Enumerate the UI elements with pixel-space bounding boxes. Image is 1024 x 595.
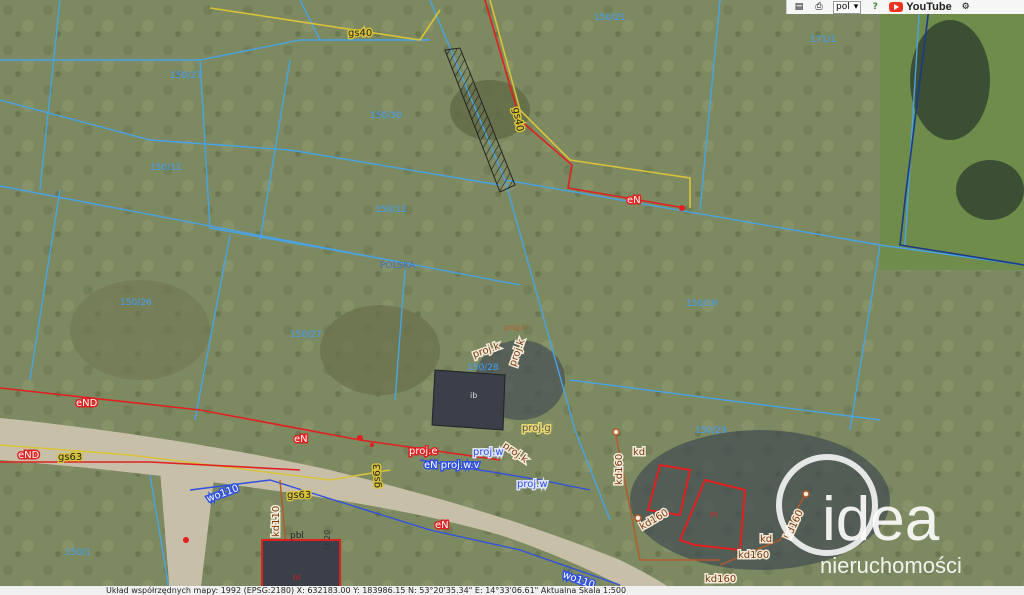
map-toolbar: ▤ ⎙ pol ▾ ? YouTube ⚙ xyxy=(786,0,1024,14)
sewer-label: kd160 xyxy=(738,550,769,561)
parcel-number: 150/28 xyxy=(467,363,499,373)
building-label: m xyxy=(710,510,718,519)
parcel-number: 150/26 xyxy=(120,298,152,308)
company-logo: idea nieruchomości xyxy=(776,454,962,578)
settings-icon[interactable]: ⚙ xyxy=(960,1,972,13)
power-label: eN xyxy=(435,520,449,531)
help-icon[interactable]: ? xyxy=(869,1,881,13)
sewer-label: kd xyxy=(633,447,645,458)
parcel-number: 171/1 xyxy=(810,35,836,45)
coordinate-status-bar: Układ współrzędnych mapy: 1992 (EPSG:218… xyxy=(0,586,1024,595)
parcel-number: 150/12 xyxy=(375,205,407,215)
logo-brand: idea xyxy=(822,485,940,554)
shrubs xyxy=(70,280,210,380)
parcel-number: 150/19 xyxy=(686,299,718,309)
place-name: POLSKA xyxy=(380,261,416,271)
youtube-icon xyxy=(889,2,904,12)
project-label: proj.e xyxy=(409,446,437,457)
gas-label: gs63 xyxy=(287,490,311,501)
gas-label: gs63 xyxy=(372,464,383,488)
language-value: pol xyxy=(836,2,850,12)
building-label: ib xyxy=(470,391,477,400)
chevron-down-icon: ▾ xyxy=(853,2,859,12)
building-label: nl xyxy=(293,573,300,582)
shrubs xyxy=(320,305,440,395)
tree-cluster xyxy=(956,160,1024,220)
parcel-number: 150/27 xyxy=(290,330,322,340)
coordinate-readout: Układ współrzędnych mapy: 1992 (EPSG:218… xyxy=(106,586,627,595)
gas-label: gs63 xyxy=(58,452,82,463)
power-label: eND xyxy=(76,398,98,409)
building-outline xyxy=(431,369,506,431)
gas-label: gs40 xyxy=(348,28,372,39)
project-label: proj.w xyxy=(473,447,504,458)
sewer-label: kd110 xyxy=(271,506,282,537)
power-label: eND xyxy=(18,450,40,461)
power-label: eN xyxy=(627,195,641,206)
parcel-number: 150/27 xyxy=(170,71,202,81)
sewer-label: kd xyxy=(760,534,772,545)
parcel-number: 150/30 xyxy=(370,111,402,121)
project-label: proj.k xyxy=(504,323,527,332)
language-select[interactable]: pol ▾ xyxy=(833,0,862,14)
legend-icon[interactable]: ▤ xyxy=(793,1,805,13)
youtube-link[interactable]: YouTube xyxy=(889,1,952,13)
cable-label: ct.20 xyxy=(323,530,332,550)
parcel-number: 150/1 xyxy=(65,548,91,558)
parcel-number: 150/21 xyxy=(594,13,626,23)
power-label: eN xyxy=(294,434,308,445)
sewer-label: kd160 xyxy=(614,454,625,485)
project-label: proj.w xyxy=(517,479,548,490)
project-label: eN proj.w.v xyxy=(424,460,480,471)
youtube-label: YouTube xyxy=(906,1,952,13)
logo-subtitle: nieruchomości xyxy=(820,553,962,578)
parcel-number: 150/29 xyxy=(695,426,727,436)
project-label: proj.g xyxy=(522,423,551,434)
parcel-number: 150/11 xyxy=(150,163,182,173)
print-icon[interactable]: ⎙ xyxy=(813,1,825,13)
sewer-label: kd160 xyxy=(705,574,736,585)
tree-cluster xyxy=(910,20,990,140)
building-label: pbl xyxy=(290,531,304,541)
